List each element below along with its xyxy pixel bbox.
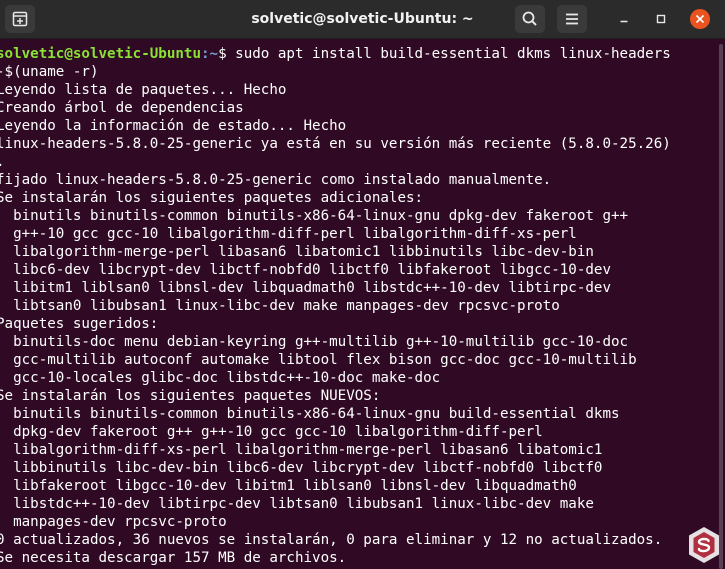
solvetic-logo-icon [689,527,719,563]
menu-button[interactable] [557,5,587,33]
output-line: g++-10 gcc gcc-10 libalgorithm-diff-perl… [0,226,577,242]
output-line: binutils-doc menu debian-keyring g++-mul… [0,334,629,350]
output-line: libitm1 liblsan0 libnsl-dev libquadmath0… [0,280,611,296]
output-line: gcc-multilib autoconf automake libtool f… [0,352,637,368]
output-line: gcc-10-locales glibc-doc libstdc++-10-do… [0,370,441,386]
output-line: . [0,153,5,171]
maximize-button[interactable] [651,9,671,29]
command-line-wrap: -$(uname -r) [0,64,99,80]
output-line: 0 actualizados, 36 nuevos se instalarán,… [0,532,663,548]
output-line: Se instalarán los siguientes paquetes NU… [0,388,381,404]
prompt-symbol: $ [218,46,227,62]
output-line: Se necesita descargar 157 MB de archivos… [0,550,347,566]
output-line: libalgorithm-merge-perl libasan6 libatom… [0,244,594,260]
maximize-icon [656,14,666,24]
output-line: Paquetes sugeridos: [0,316,159,332]
terminal-output[interactable]: solvetic@solvetic-Ubuntu:~$ sudo apt ins… [0,44,725,569]
search-icon [522,11,537,26]
output-line: linux-headers-5.8.0-25-generic ya está e… [0,136,671,152]
output-line: libfakeroot libgcc-10-dev libitm1 liblsa… [0,478,577,494]
output-line: libtsan0 libubsan1 linux-libc-dev make m… [0,298,560,314]
output-line: Se instalarán los siguientes paquetes ad… [0,190,424,206]
output-line: binutils binutils-common binutils-x86-64… [0,406,620,422]
title-bar[interactable]: solvetic@solvetic-Ubuntu: ~ [0,0,725,39]
prompt-user-host: solvetic@solvetic-Ubuntu [0,46,201,62]
command-text: sudo apt install build-essential dkms li… [226,46,671,62]
output-line: fijado linux-headers-5.8.0-25-generic co… [0,172,552,188]
output-line: dpkg-dev fakeroot g++ g++-10 gcc gcc-10 … [0,424,543,440]
close-icon [695,14,705,24]
output-line: Leyendo lista de paquetes... Hecho [0,82,287,98]
output-line: libalgorithm-diff-xs-perl libalgorithm-m… [0,442,603,458]
minimize-icon [620,20,628,23]
output-line: libc6-dev libcrypt-dev libctf-nobfd0 lib… [0,262,611,278]
output-line: binutils binutils-common binutils-x86-64… [0,208,629,224]
prompt-path: :~ [201,46,219,62]
close-button[interactable] [690,9,710,29]
output-line: Creando árbol de dependencias [0,100,244,116]
output-line: libbinutils libc-dev-bin libc6-dev libcr… [0,460,603,476]
output-line: libstdc++-10-dev libtirpc-dev libtsan0 l… [0,496,594,512]
output-line: Leyendo la información de estado... Hech… [0,118,347,134]
minimize-button[interactable] [614,9,634,29]
terminal-window: solvetic@solvetic-Ubuntu: ~ solvetic@sol… [0,0,725,569]
command-line: solvetic@solvetic-Ubuntu:~$ sudo apt ins… [0,45,671,63]
terminal-scrollbar[interactable] [719,44,723,569]
search-button[interactable] [515,5,545,33]
hamburger-menu-icon [566,13,578,25]
output-line: manpages-dev rpcsvc-proto [0,514,227,530]
